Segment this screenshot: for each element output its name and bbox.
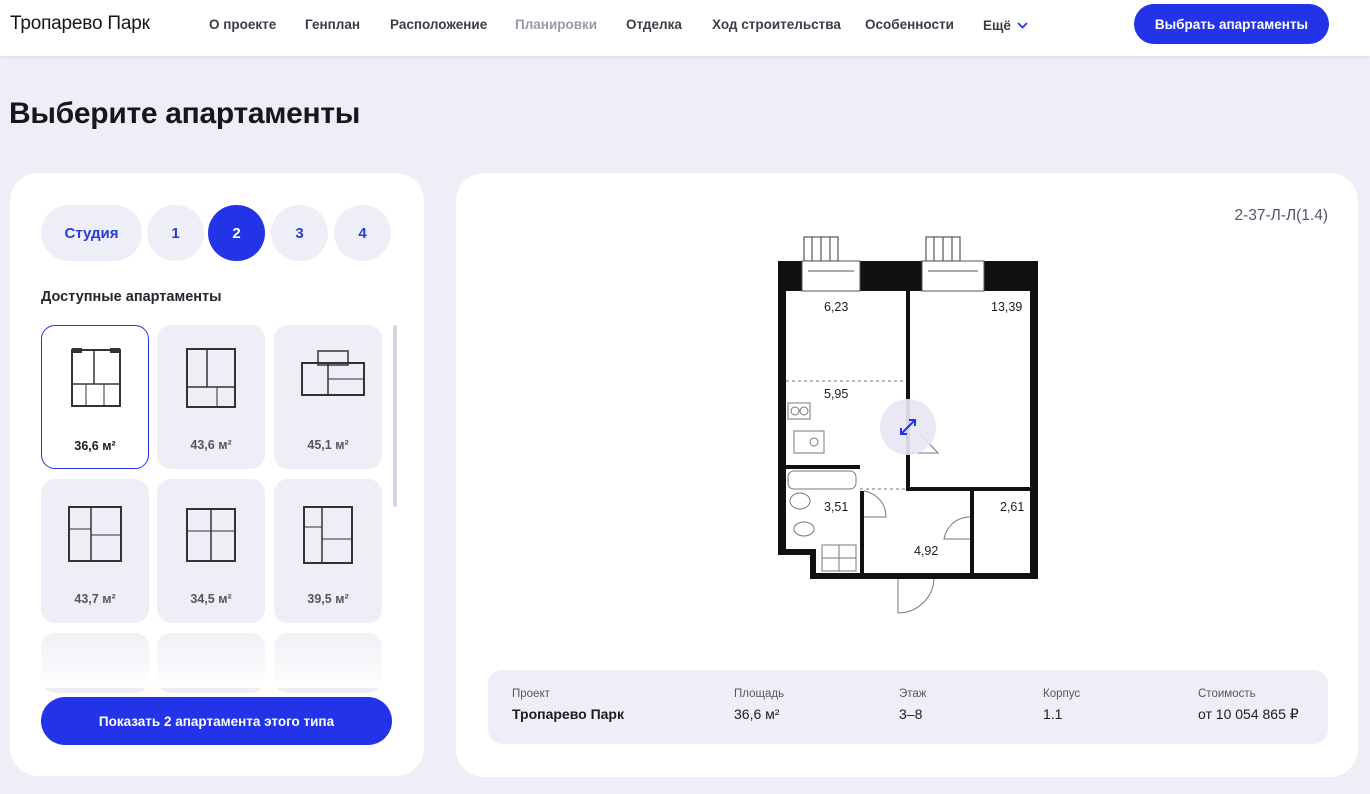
floorplan-thumbnail bbox=[301, 350, 365, 396]
info-project: Проект Тропарево Парк bbox=[512, 688, 624, 722]
floorplan-thumbnail bbox=[71, 348, 121, 407]
list-fade bbox=[10, 628, 424, 688]
plan-panel: 2-37-Л-Л(1.4) 6,23 13,39 5,95 3,51 2,61 … bbox=[456, 173, 1358, 777]
apartment-card[interactable]: 34,5 м² bbox=[157, 479, 265, 623]
room-area-label: 2,61 bbox=[1000, 500, 1025, 514]
info-value: от 10 054 865 ₽ bbox=[1198, 706, 1299, 722]
info-value: Тропарево Парк bbox=[512, 706, 624, 722]
show-apartments-button[interactable]: Показать 2 апартамента этого типа bbox=[41, 697, 392, 745]
floorplan-thumbnail bbox=[186, 348, 236, 408]
floorplan-thumbnail bbox=[68, 506, 122, 562]
nav-more[interactable]: Ещё bbox=[983, 17, 1028, 33]
room-area-label: 6,23 bbox=[824, 300, 849, 314]
room-area-label: 4,92 bbox=[914, 544, 939, 558]
apartment-info: Проект Тропарево Парк Площадь 36,6 м² Эт… bbox=[488, 670, 1328, 744]
top-header: Тропарево Парк О проекте Генплан Располо… bbox=[0, 0, 1370, 56]
nav-finishing[interactable]: Отделка bbox=[626, 17, 682, 32]
nav-more-label: Ещё bbox=[983, 18, 1011, 33]
nav-about[interactable]: О проекте bbox=[209, 17, 276, 32]
info-value: 3–8 bbox=[899, 706, 923, 722]
apartment-card[interactable]: 45,1 м² bbox=[274, 325, 382, 469]
room-area-label: 3,51 bbox=[824, 500, 849, 514]
nav-features[interactable]: Особенности bbox=[865, 17, 954, 32]
apartment-card[interactable]: 43,6 м² bbox=[157, 325, 265, 469]
info-label: Корпус bbox=[1043, 688, 1081, 700]
nav-location[interactable]: Расположение bbox=[390, 17, 487, 32]
logo[interactable]: Тропарево Парк bbox=[10, 13, 150, 35]
choose-apartments-button[interactable]: Выбрать апартаменты bbox=[1134, 4, 1329, 44]
card-area: 34,5 м² bbox=[190, 592, 232, 606]
card-area: 36,6 м² bbox=[74, 439, 116, 453]
page-title: Выберите апартаменты bbox=[9, 97, 361, 130]
apartment-card[interactable]: 43,7 м² bbox=[41, 479, 149, 623]
card-area: 39,5 м² bbox=[307, 592, 349, 606]
room-area-label: 13,39 bbox=[991, 300, 1023, 314]
room-filter-2[interactable]: 2 bbox=[208, 205, 265, 261]
chevron-down-icon bbox=[1017, 17, 1028, 32]
info-building: Корпус 1.1 bbox=[1043, 688, 1080, 722]
info-floor: Этаж 3–8 bbox=[899, 688, 927, 722]
info-price: Стоимость от 10 054 865 ₽ bbox=[1198, 688, 1299, 723]
room-filter-studio[interactable]: Студия bbox=[41, 205, 142, 261]
info-label: Этаж bbox=[899, 688, 927, 700]
info-value: 36,6 м² bbox=[734, 706, 780, 722]
card-area: 43,7 м² bbox=[74, 592, 116, 606]
room-filter-4[interactable]: 4 bbox=[334, 205, 391, 261]
info-value: 1.1 bbox=[1043, 706, 1063, 722]
room-filter-3[interactable]: 3 bbox=[271, 205, 328, 261]
info-label: Проект bbox=[512, 688, 550, 700]
info-label: Стоимость bbox=[1198, 688, 1256, 700]
floorplan-thumbnail bbox=[303, 506, 353, 564]
room-filter-1[interactable]: 1 bbox=[147, 205, 204, 261]
info-label: Площадь bbox=[734, 688, 785, 700]
nav-layouts[interactable]: Планировки bbox=[515, 17, 597, 32]
expand-icon bbox=[900, 419, 916, 435]
expand-plan-button[interactable] bbox=[880, 399, 936, 455]
card-area: 45,1 м² bbox=[307, 438, 349, 452]
floorplan-thumbnail bbox=[186, 508, 236, 562]
info-area: Площадь 36,6 м² bbox=[734, 688, 784, 722]
card-area: 43,6 м² bbox=[190, 438, 232, 452]
list-scrollbar[interactable] bbox=[393, 325, 397, 507]
plan-code: 2-37-Л-Л(1.4) bbox=[1234, 207, 1328, 224]
nav-construction[interactable]: Ход строительства bbox=[712, 17, 841, 32]
room-area-label: 5,95 bbox=[824, 387, 849, 401]
apartment-card[interactable]: 39,5 м² bbox=[274, 479, 382, 623]
apartment-card[interactable]: 36,6 м² bbox=[41, 325, 149, 469]
filter-panel: Студия 1 2 3 4 Доступные апартаменты 36,… bbox=[10, 173, 424, 776]
nav-genplan[interactable]: Генплан bbox=[305, 17, 360, 32]
available-title: Доступные апартаменты bbox=[41, 289, 222, 305]
